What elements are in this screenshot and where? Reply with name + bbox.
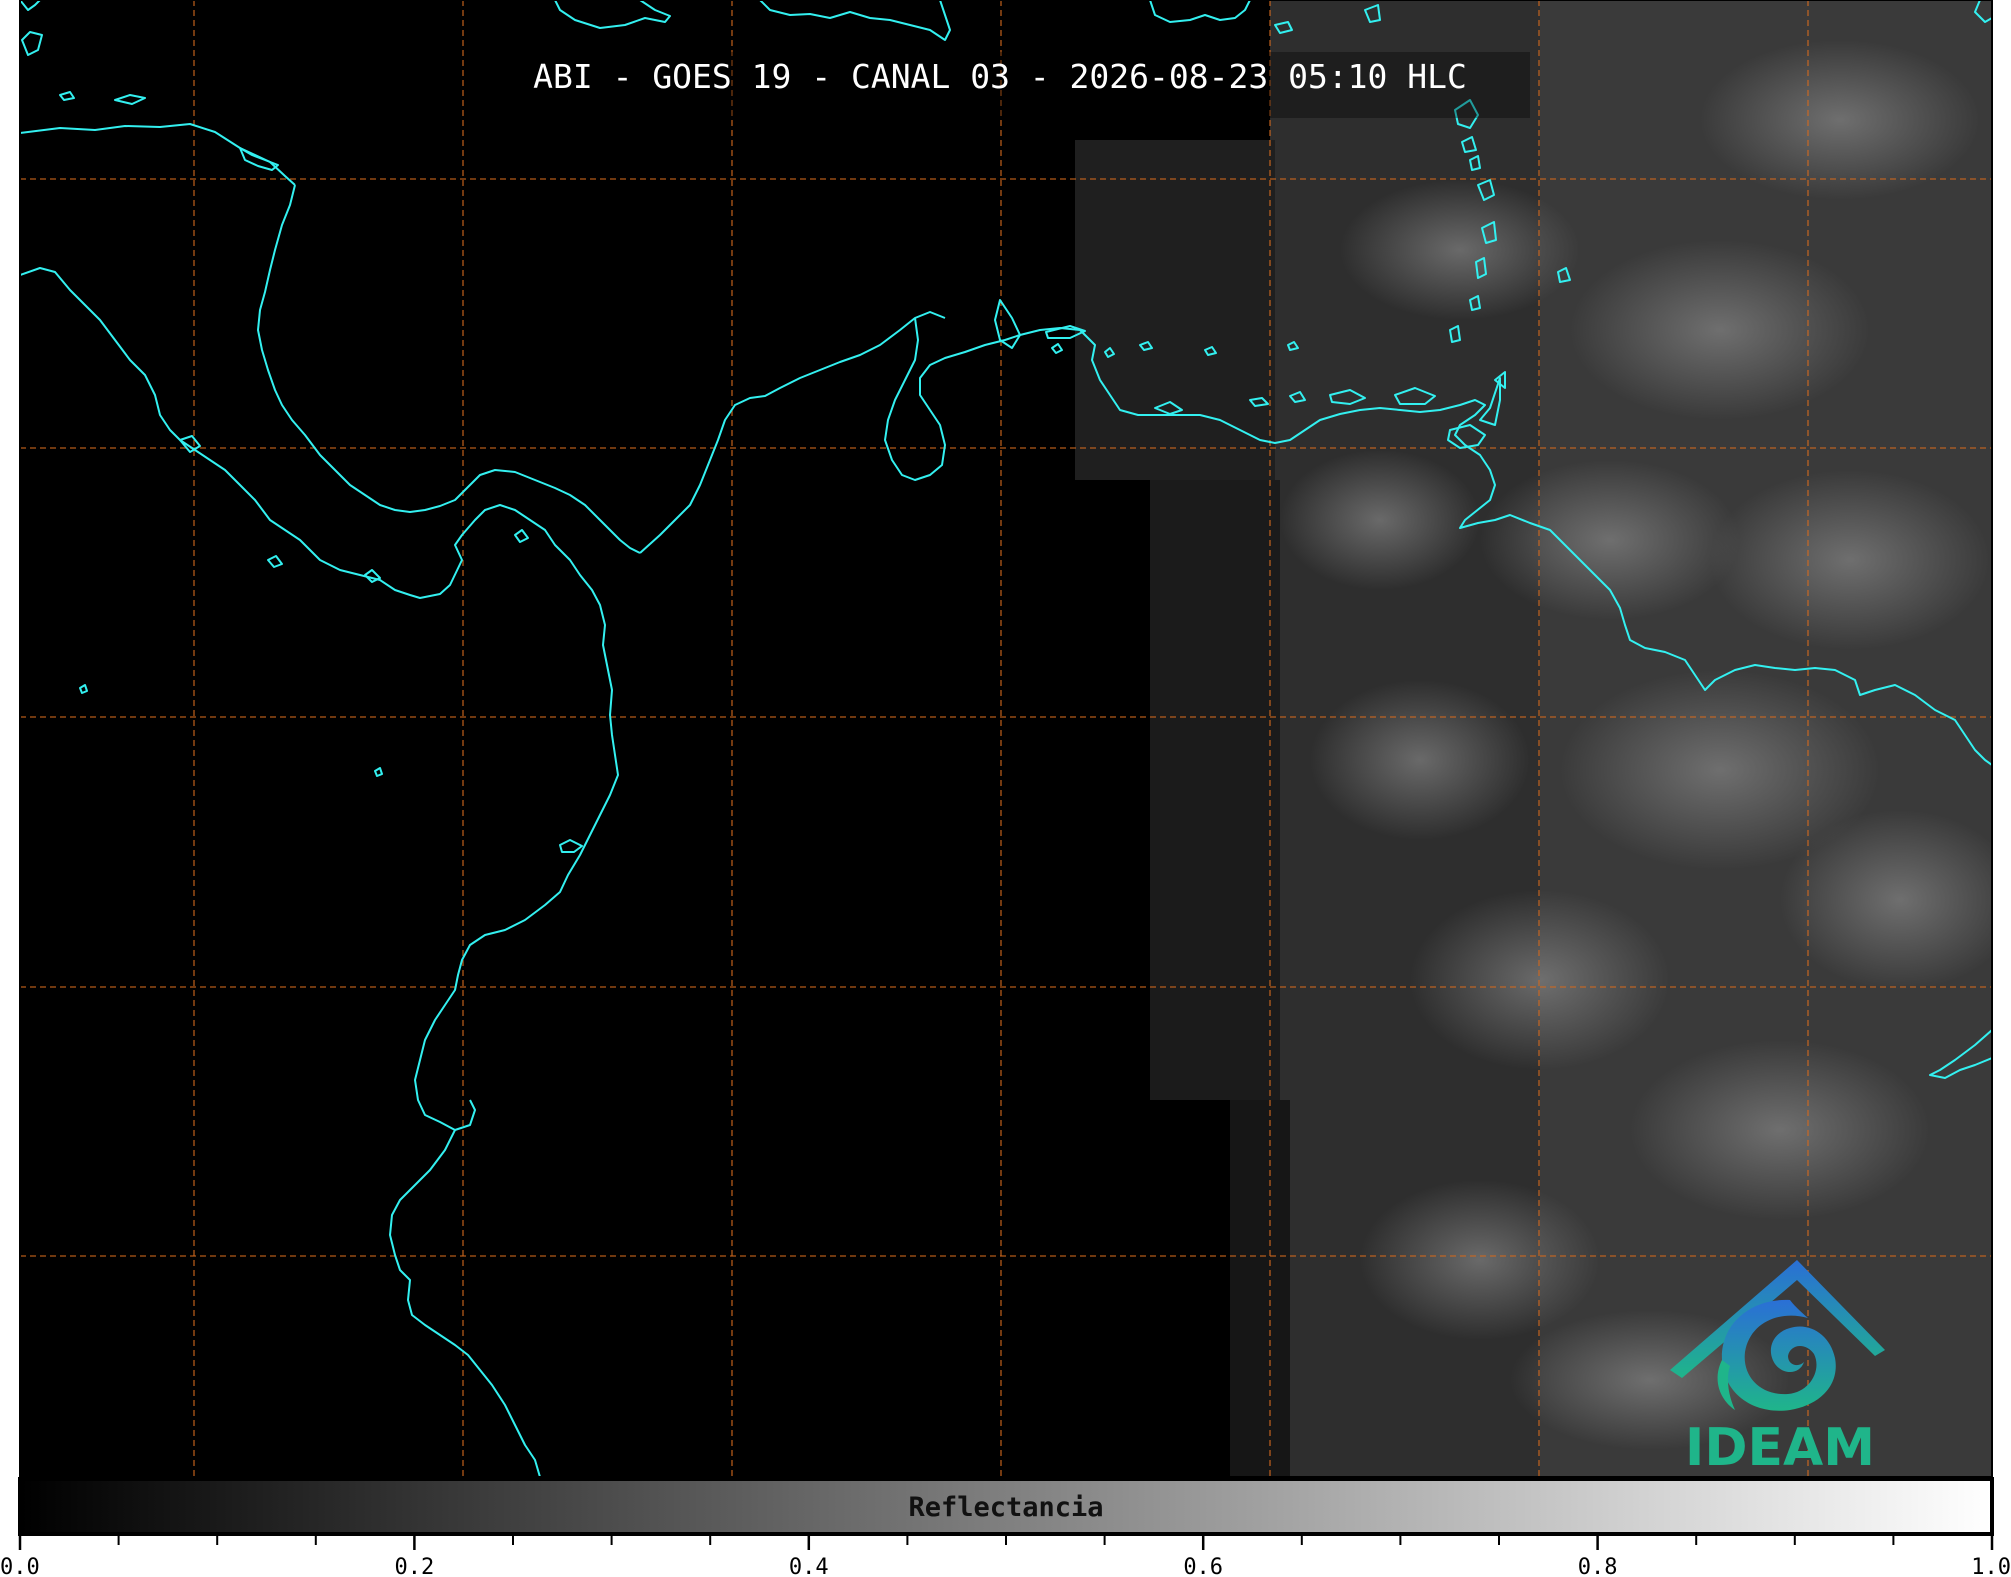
map-title: ABI - GOES 19 - CANAL 03 - 2026-08-23 05… <box>533 57 1467 96</box>
colorbar-tick-label: 0.6 <box>1183 1555 1223 1577</box>
colorbar-ticks: 0.0 0.2 0.4 0.6 0.8 1.0 <box>0 1536 2011 1577</box>
colorbar-tick-label: 0.2 <box>395 1555 435 1577</box>
colorbar-label: Reflectancia <box>908 1492 1103 1523</box>
colorbar-tick-label: 0.4 <box>789 1555 829 1577</box>
colorbar-tick-label: 0.8 <box>1578 1555 1618 1577</box>
satellite-map: ABI - GOES 19 - CANAL 03 - 2026-08-23 05… <box>0 0 2011 1577</box>
colorbar-tick-label: 1.0 <box>1971 1555 2011 1577</box>
colorbar-tick-label: 0.0 <box>0 1555 40 1577</box>
colorbar: Reflectancia 0.0 0.2 0.4 0.6 0.8 1.0 <box>0 1477 2011 1577</box>
ideam-logo-text: IDEAM <box>1685 1418 1875 1478</box>
